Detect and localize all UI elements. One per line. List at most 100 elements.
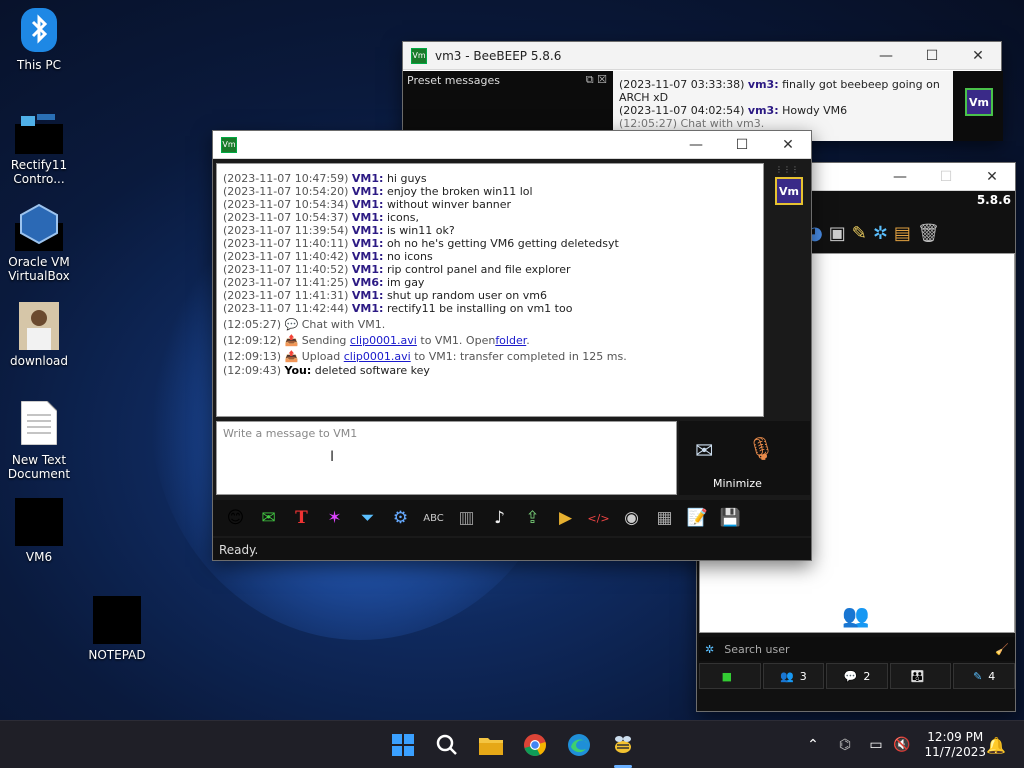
message-input[interactable]: Write a message to VM1 <box>216 421 677 495</box>
network-offline-icon[interactable]: ⌬ <box>829 729 861 761</box>
network-icon[interactable]: ✲ <box>873 223 888 244</box>
search-icon[interactable] <box>431 729 463 761</box>
send-panel: ✉ 🎙 Minimize <box>679 421 810 495</box>
chat-titlebar[interactable]: Vm — ☐ ✕ <box>213 131 811 159</box>
minimize-icon[interactable]: — <box>863 42 909 70</box>
code-snippet-icon[interactable]: </> <box>584 504 613 532</box>
virtualbox-icon <box>15 203 63 251</box>
notification-bell-icon[interactable]: 🔔 <box>980 729 1012 761</box>
preset-messages-label: Preset messages <box>407 74 500 87</box>
maximize-icon[interactable]: ☐ <box>909 42 955 70</box>
tab-chats-status[interactable]: ■ <box>699 663 761 689</box>
main-toolbar: ◕ ▣ ✎ ✲ ▤ 🗑 <box>807 215 1015 251</box>
message: (12:09:43) You: deleted software key <box>223 364 430 377</box>
message: (2023-11-07 11:42:44) VM1: rectify11 be … <box>223 302 573 315</box>
message: (2023-11-07 03:33:38) vm3: finally got b… <box>619 78 940 104</box>
search-input[interactable]: Search user <box>724 643 789 656</box>
users-group-icon: 👥 <box>842 604 870 629</box>
minimize-icon[interactable]: — <box>877 163 923 191</box>
desktop-icon-rectify11[interactable]: Rectify11 Contro... <box>3 106 75 186</box>
desktop-icon-label: NOTEPAD <box>88 648 146 662</box>
settings-gear-icon[interactable]: ⚙ <box>386 504 415 532</box>
message-area[interactable]: (2023-11-07 10:47:59) VM1: hi guys (2023-… <box>216 163 764 417</box>
maximize-icon[interactable]: ☐ <box>923 163 969 191</box>
tab-files[interactable]: ✎ 4 <box>953 663 1015 689</box>
send-message-icon[interactable]: ✉ <box>695 439 713 464</box>
window-title: vm3 - BeeBEEP 5.8.6 <box>435 48 562 63</box>
tab-groups[interactable]: 👪 <box>889 663 952 689</box>
microphone-icon[interactable]: 🎙 <box>747 437 775 462</box>
file-link[interactable]: clip0001.avi <box>350 334 417 347</box>
beebeep-taskbar-icon[interactable] <box>607 729 639 761</box>
vm3-titlebar[interactable]: Vm vm3 - BeeBEEP 5.8.6 — ☐ ✕ <box>403 42 1001 70</box>
music-note-icon[interactable]: ♪ <box>485 504 514 532</box>
message: (2023-11-07 11:40:52) VM1: rip control p… <box>223 263 571 276</box>
tab-chats[interactable]: 💬 2 <box>826 663 888 689</box>
notes-icon[interactable]: 📝 <box>683 504 712 532</box>
send-folder-icon[interactable]: ▶ <box>551 504 580 532</box>
system-message: (12:09:12) 📤 Sending clip0001.avi to VM1… <box>223 334 530 347</box>
search-user-row[interactable]: ✲ Search user 🧹 <box>699 637 1015 661</box>
file-link[interactable]: clip0001.avi <box>344 350 411 363</box>
volume-muted-icon[interactable]: 🔇 <box>886 729 918 761</box>
briefcase-icon[interactable]: ▣ <box>829 223 846 244</box>
folder-icon[interactable]: ▤ <box>894 223 911 244</box>
font-icon[interactable]: T <box>287 504 316 532</box>
save-icon[interactable]: 💾 <box>716 504 745 532</box>
blank-app-icon <box>93 596 141 644</box>
chrome-icon[interactable] <box>519 729 551 761</box>
desktop-icon-download[interactable]: download <box>3 302 75 368</box>
screenshot-icon[interactable]: ◉ <box>617 504 646 532</box>
send-file-icon[interactable]: ⇪ <box>518 504 547 532</box>
archive-icon[interactable]: ▦ <box>650 504 679 532</box>
avatar[interactable]: Vm <box>775 177 803 205</box>
emoticon-icon[interactable]: 😊 <box>221 504 250 532</box>
desktop-icon-virtualbox[interactable]: Oracle VM VirtualBox <box>3 203 75 283</box>
desktop-icon-notepad[interactable]: NOTEPAD <box>81 596 153 662</box>
clear-broom-icon[interactable]: 🧹 <box>995 643 1009 656</box>
desktop-icon-new-text-document[interactable]: New Text Document <box>3 400 75 481</box>
message: (2023-11-07 11:40:42) VM1: no icons <box>223 250 433 263</box>
file-upload-icon: 📤 <box>284 350 299 363</box>
file-explorer-icon[interactable] <box>475 729 507 761</box>
image-thumbnail-icon <box>15 302 63 350</box>
close-icon[interactable]: ✕ <box>955 42 1001 70</box>
chat-right-rail: ⋮⋮⋮ Vm <box>768 163 810 417</box>
close-icon[interactable]: ✕ <box>969 163 1015 191</box>
users-icon: 👥 <box>780 669 794 683</box>
chat-bubbles-icon: 💬 <box>843 669 858 683</box>
close-icon[interactable]: ✕ <box>765 131 811 159</box>
spellcheck-icon[interactable]: ABC <box>419 504 448 532</box>
drag-handle[interactable]: ⋮⋮⋮ <box>775 165 799 174</box>
message: (2023-11-07 10:54:20) VM1: enjoy the bro… <box>223 185 533 198</box>
open-folder-link[interactable]: folder <box>495 334 526 347</box>
tab-users[interactable]: 👥 3 <box>762 663 825 689</box>
blank-app-icon <box>15 498 63 546</box>
maximize-icon[interactable]: ☐ <box>719 131 765 159</box>
file-icon: ✎ <box>973 669 983 683</box>
bottom-tabs: ■ 👥 3 💬 2 👪 ✎ 4 <box>699 663 1015 689</box>
minimize-icon[interactable]: — <box>673 131 719 159</box>
desktop-icon-vm6[interactable]: VM6 <box>3 498 75 564</box>
vm3-chat-window[interactable]: Vm vm3 - BeeBEEP 5.8.6 — ☐ ✕ Preset mess… <box>402 41 1003 141</box>
edge-icon[interactable] <box>563 729 595 761</box>
vm1-chat-window[interactable]: Vm — ☐ ✕ (2023-11-07 10:47:59) VM1: hi g… <box>212 130 812 561</box>
system-clock[interactable]: 12:09 PM 11/7/2023 <box>924 730 986 760</box>
avatar[interactable]: Vm <box>965 88 993 116</box>
trash-icon[interactable]: 🗑 <box>917 223 940 244</box>
dictionary-icon[interactable]: ▥ <box>452 504 481 532</box>
envelope-icon[interactable]: ✉ <box>254 504 283 532</box>
minimize-label[interactable]: Minimize <box>713 477 762 490</box>
start-windows-icon[interactable] <box>387 729 419 761</box>
version-label: 5.8.6 <box>976 193 1011 207</box>
system-message: (12:09:13) 📤 Upload clip0001.avi to VM1:… <box>223 350 627 363</box>
filter-icon[interactable]: ⏷ <box>353 504 382 532</box>
color-picker-icon[interactable]: ✶ <box>320 504 349 532</box>
edit-note-icon[interactable]: ✎ <box>852 223 867 244</box>
chevron-up-icon[interactable]: ⌃ <box>797 729 829 761</box>
desktop-icon-this-pc[interactable]: This PC <box>3 6 75 72</box>
panel-close-icon[interactable]: ⧉ ☒ <box>586 73 607 87</box>
status-bar: Ready. <box>213 538 811 560</box>
message: (2023-11-07 10:47:59) VM1: hi guys <box>223 172 427 185</box>
control-panel-icon <box>15 106 63 154</box>
